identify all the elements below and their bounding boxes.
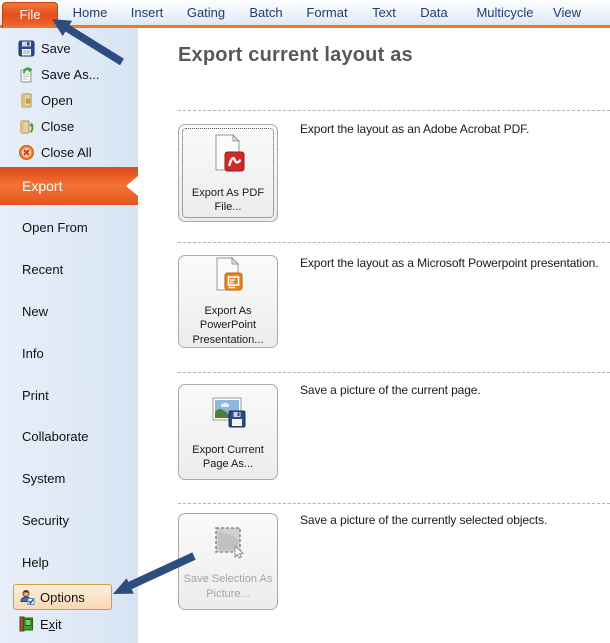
sidebar-item-label: Save As... [41, 66, 100, 82]
sidebar-item-label: Exit [40, 616, 62, 632]
dashed-separator [178, 372, 610, 373]
menu-bar: Home Insert Gating Batch Format Text Dat… [0, 0, 610, 28]
active-item-arrow-notch [126, 176, 138, 196]
tab-data[interactable]: Data [420, 0, 447, 25]
save-icon [18, 40, 35, 57]
sidebar-item-label: Close [41, 118, 75, 134]
tab-gating[interactable]: Gating [187, 0, 225, 25]
sidebar-item-print[interactable]: Print [22, 386, 49, 406]
sidebar-item-help[interactable]: Help [22, 553, 49, 573]
sidebar-item-export[interactable]: Export [0, 167, 138, 205]
save-as-icon [18, 66, 35, 83]
sidebar-item-label: Open [41, 92, 73, 108]
exit-door-icon [18, 616, 34, 632]
selection-marquee-icon [208, 522, 248, 567]
sidebar-item-label: Options [40, 589, 85, 605]
sidebar-item-label: Export [22, 178, 63, 194]
tab-multicycle[interactable]: Multicycle [476, 0, 533, 25]
application-window: Home Insert Gating Batch Format Text Dat… [0, 0, 610, 643]
button-label: Export Current Page As... [192, 443, 264, 470]
close-all-icon [18, 144, 35, 161]
sidebar-item-exit[interactable]: Exit [18, 614, 62, 634]
sidebar-item-collaborate[interactable]: Collaborate [22, 427, 89, 447]
sidebar-item-open-from[interactable]: Open From [22, 218, 88, 238]
tab-format[interactable]: Format [306, 0, 347, 25]
sidebar-item-recent[interactable]: Recent [22, 260, 63, 280]
sidebar-item-close[interactable]: Close [18, 116, 74, 136]
button-label: Export As PowerPoint Presentation... [192, 305, 264, 346]
sidebar-item-label: Save [41, 40, 71, 56]
button-label: Save Selection As Picture... [183, 573, 273, 600]
pdf-file-icon [208, 132, 248, 181]
dashed-separator [178, 503, 610, 504]
save-selection-as-picture-button: Save Selection As Picture... [178, 513, 278, 610]
sidebar-item-new[interactable]: New [22, 302, 48, 322]
close-icon [18, 118, 35, 135]
sidebar-item-label: Close All [41, 144, 92, 160]
options-person-icon [19, 589, 35, 605]
sidebar: Save Save As... Open Close Close All Exp… [0, 28, 138, 643]
sidebar-item-save[interactable]: Save [18, 38, 71, 58]
dashed-separator [178, 242, 610, 243]
page-title: Export current layout as [178, 44, 413, 66]
tab-file[interactable]: File [2, 2, 58, 28]
export-as-powerpoint-button[interactable]: Export As PowerPoint Presentation... [178, 255, 278, 348]
picture-save-icon [207, 393, 249, 438]
export-as-pdf-button[interactable]: Export As PDF File... [178, 124, 278, 222]
button-label: Export As PDF File... [191, 186, 265, 213]
export-description: Export the layout as a Microsoft Powerpo… [300, 256, 599, 270]
sidebar-item-open[interactable]: Open [18, 90, 73, 110]
tab-insert[interactable]: Insert [131, 0, 164, 25]
sidebar-item-info[interactable]: Info [22, 344, 44, 364]
powerpoint-file-icon [210, 256, 246, 299]
export-current-page-button[interactable]: Export Current Page As... [178, 384, 278, 480]
export-description: Save a picture of the current page. [300, 383, 481, 397]
tab-view[interactable]: View [553, 0, 581, 25]
sidebar-item-security[interactable]: Security [22, 511, 69, 531]
open-icon [18, 92, 35, 109]
sidebar-item-save-as[interactable]: Save As... [18, 64, 100, 84]
sidebar-item-options[interactable]: Options [13, 584, 112, 610]
export-description: Export the layout as an Adobe Acrobat PD… [300, 122, 530, 136]
export-description: Save a picture of the currently selected… [300, 513, 548, 527]
sidebar-item-close-all[interactable]: Close All [18, 142, 92, 162]
dashed-separator [178, 110, 610, 111]
tab-home[interactable]: Home [73, 0, 108, 25]
sidebar-item-system[interactable]: System [22, 469, 65, 489]
tab-text[interactable]: Text [372, 0, 396, 25]
tab-batch[interactable]: Batch [249, 0, 282, 25]
